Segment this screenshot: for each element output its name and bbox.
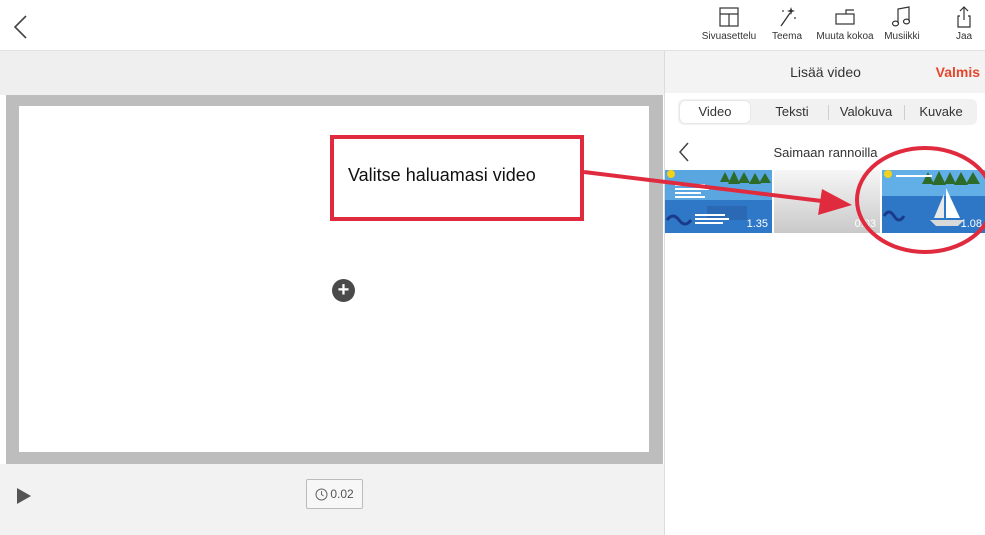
slide-duration-value: 0.02	[330, 487, 354, 501]
resize-label: Muuta kokoa	[816, 31, 874, 42]
slide-duration-button[interactable]: 0.02	[306, 479, 363, 509]
play-icon[interactable]	[17, 488, 31, 504]
back-icon[interactable]	[10, 14, 34, 40]
add-content-button[interactable]: +	[332, 279, 355, 302]
playback-bar: 0.02	[0, 464, 664, 535]
video-duration: 1.08	[960, 218, 982, 230]
layout-label: Sivuasettelu	[701, 31, 757, 42]
add-video-panel: Lisää video Valmis Video Teksti Valokuva…	[664, 51, 985, 535]
tab-divider	[828, 105, 829, 120]
top-toolbar: Sivuasettelu Teema Muuta kokoa Musiikki	[0, 0, 985, 51]
panel-header: Lisää video Valmis	[665, 51, 985, 93]
music-icon	[891, 6, 911, 27]
tab-icon[interactable]: Kuvake	[906, 101, 976, 123]
clock-icon	[315, 488, 328, 501]
tab-divider	[904, 105, 905, 120]
editor-header-strip	[0, 51, 664, 95]
theme-button[interactable]: Teema	[767, 6, 807, 48]
theme-label: Teema	[771, 31, 802, 42]
video-thumbnail[interactable]: 1.08	[882, 170, 985, 233]
share-label: Jaa	[955, 31, 973, 42]
magic-wand-icon	[780, 7, 796, 27]
tab-photo[interactable]: Valokuva	[830, 101, 902, 123]
album-title: Saimaan rannoilla	[773, 145, 878, 160]
resize-button[interactable]: Muuta kokoa	[814, 6, 876, 48]
tab-text[interactable]: Teksti	[758, 101, 826, 123]
instruction-callout: Valitse haluamasi video	[330, 135, 584, 221]
media-type-tabs: Video Teksti Valokuva Kuvake	[678, 99, 977, 125]
layout-button[interactable]: Sivuasettelu	[699, 6, 759, 48]
layout-icon	[719, 7, 739, 27]
resize-icon	[835, 9, 855, 25]
share-icon	[957, 6, 971, 28]
done-button[interactable]: Valmis	[936, 64, 980, 80]
video-duration: 1.35	[746, 218, 768, 230]
video-thumbnail[interactable]: 0.03	[774, 170, 880, 233]
tab-video[interactable]: Video	[680, 101, 750, 123]
music-button[interactable]: Musiikki	[876, 6, 928, 48]
video-duration: 0.03	[854, 218, 876, 230]
video-thumbnail[interactable]: 1.35	[665, 170, 772, 233]
share-button[interactable]: Jaa	[950, 6, 978, 48]
album-bar: Saimaan rannoilla	[665, 137, 985, 169]
music-label: Musiikki	[884, 31, 920, 42]
instruction-text: Valitse haluamasi video	[348, 165, 536, 185]
